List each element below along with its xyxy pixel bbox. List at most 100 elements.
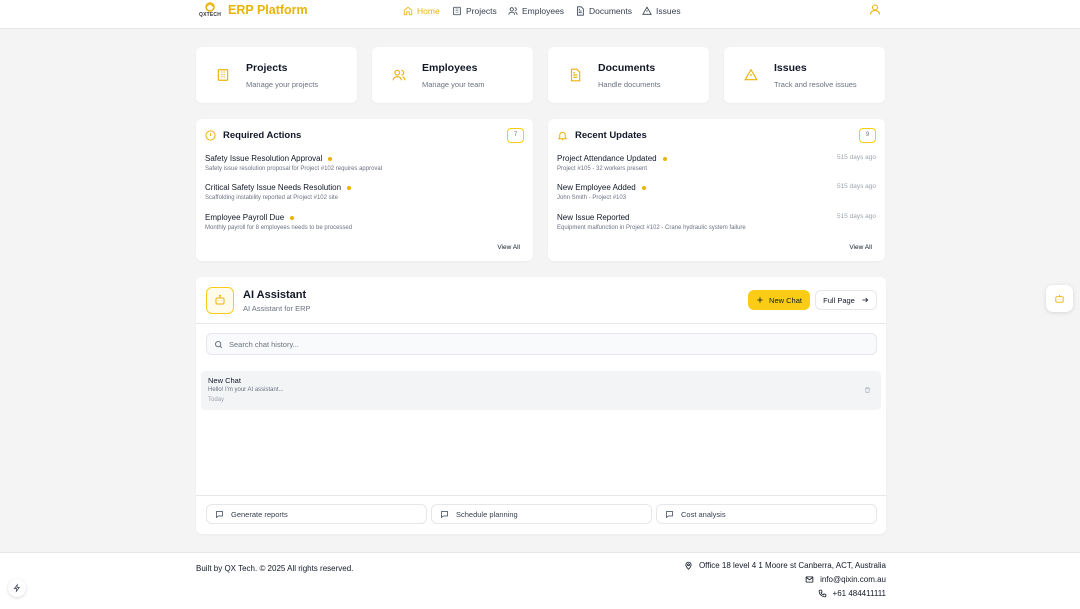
divider: [196, 323, 886, 324]
panel-title: Required Actions: [223, 130, 302, 141]
search-input[interactable]: [229, 337, 859, 351]
bot-icon: [1055, 294, 1064, 303]
quick-link-title: Projects: [246, 62, 288, 74]
nav-home[interactable]: Home: [403, 4, 440, 18]
quick-action-button[interactable]: [8, 579, 26, 597]
new-dot: [662, 156, 667, 161]
count-badge: 9: [859, 128, 876, 143]
update-time: 515 days ago: [836, 183, 876, 190]
address-text: Office 18 level 4 1 Moore st Canberra, A…: [698, 561, 886, 570]
quick-link-projects[interactable]: Projects Manage your projects: [196, 47, 357, 103]
user-icon[interactable]: [869, 3, 881, 16]
users-icon: [508, 7, 518, 15]
bell-icon: [557, 131, 568, 141]
quick-link-title: Issues: [774, 62, 807, 74]
update-time: 515 days ago: [836, 213, 876, 220]
quick-link-documents[interactable]: Documents Handle documents: [548, 47, 709, 103]
suggestion-cost-analysis[interactable]: Cost analysis: [656, 504, 877, 524]
document-icon: [577, 6, 584, 16]
update-item-title: New Employee Added: [557, 183, 636, 192]
map-pin-icon: [685, 561, 692, 570]
chat-search[interactable]: [206, 333, 877, 355]
warning-icon: [744, 68, 758, 81]
status-dot: [290, 215, 295, 220]
suggestion-label: Schedule planning: [456, 509, 518, 519]
quick-link-employees[interactable]: Employees Manage your team: [372, 47, 533, 103]
view-all-link[interactable]: View All: [849, 244, 872, 251]
chat-bubble-icon: [441, 510, 448, 518]
app-title[interactable]: ERP Platform: [228, 3, 308, 17]
recent-updates-panel: Recent Updates 9 Project Attendance Upda…: [548, 119, 885, 261]
users-icon: [392, 69, 406, 81]
action-item-subtitle: Scaffolding instability reported at Proj…: [205, 195, 338, 201]
quick-link-subtitle: Manage your projects: [246, 80, 319, 89]
bot-icon: [215, 294, 225, 305]
nav-documents-label: Documents: [589, 6, 632, 16]
quick-link-subtitle: Track and resolve issues: [774, 80, 857, 89]
panel-title: Recent Updates: [575, 130, 647, 141]
trash-icon[interactable]: [864, 386, 871, 394]
footer-address: Office 18 level 4 1 Moore st Canberra, A…: [684, 561, 886, 570]
update-item[interactable]: Project Attendance Updated Project #105 …: [557, 154, 667, 172]
view-all-link[interactable]: View All: [497, 244, 520, 251]
chat-bubble-icon: [666, 510, 673, 518]
nav-issues[interactable]: Issues: [642, 4, 681, 18]
lightning-icon: [13, 583, 21, 593]
action-item[interactable]: Safety Issue Resolution Approval Safety …: [205, 154, 382, 172]
new-dot: [641, 185, 646, 190]
suggestion-label: Generate reports: [231, 509, 288, 519]
quick-link-issues[interactable]: Issues Track and resolve issues: [724, 47, 885, 103]
nav-projects[interactable]: Projects: [452, 4, 497, 18]
quick-link-subtitle: Handle documents: [598, 80, 661, 89]
nav-projects-label: Projects: [466, 6, 497, 16]
phone-icon: [818, 589, 826, 598]
home-icon: [403, 6, 413, 16]
update-item[interactable]: New Employee Added John Smith - Project …: [557, 183, 646, 201]
action-item[interactable]: Critical Safety Issue Needs Resolution S…: [205, 183, 352, 201]
required-actions-panel: Required Actions 7 Safety Issue Resoluti…: [196, 119, 533, 261]
quick-link-title: Employees: [422, 62, 478, 74]
nav-employees-label: Employees: [522, 6, 565, 16]
email-text: info@qixin.com.au: [820, 575, 886, 584]
update-item[interactable]: New Issue Reported Equipment malfunction…: [557, 213, 746, 231]
action-item-subtitle: Monthly payroll for 8 employees needs to…: [205, 225, 353, 231]
nav-issues-label: Issues: [656, 6, 681, 16]
update-item-subtitle: Project #105 - 32 workers present: [557, 166, 648, 172]
full-page-button[interactable]: Full Page: [815, 290, 877, 310]
chat-date: Today: [208, 397, 225, 403]
warning-icon: [642, 6, 652, 15]
copyright-text: Built by QX Tech. © 2025 All rights rese…: [196, 564, 354, 573]
action-item-subtitle: Safety issue resolution proposal for Pro…: [205, 166, 383, 172]
nav-home-label: Home: [417, 6, 440, 16]
document-icon: [570, 68, 581, 82]
logo-text: QXTECH: [199, 12, 222, 18]
nav-employees[interactable]: Employees: [508, 4, 564, 18]
status-dot: [347, 185, 352, 190]
footer-phone[interactable]: +61 484411111: [818, 589, 886, 598]
action-item[interactable]: Employee Payroll Due Monthly payroll for…: [205, 213, 352, 231]
building-icon: [453, 6, 461, 16]
quick-link-title: Documents: [598, 62, 656, 74]
suggestion-schedule-planning[interactable]: Schedule planning: [431, 504, 652, 524]
building-icon: [217, 69, 229, 81]
chat-bubble-icon: [216, 510, 223, 518]
suggestion-generate-reports[interactable]: Generate reports: [206, 504, 427, 524]
footer: Built by QX Tech. © 2025 All rights rese…: [0, 552, 1080, 609]
update-item-title: Project Attendance Updated: [557, 154, 657, 163]
ai-logo: [206, 287, 234, 314]
full-page-label: Full Page: [823, 295, 855, 305]
count-badge: 7: [507, 128, 524, 143]
ai-title: AI Assistant: [243, 289, 307, 301]
new-chat-label: New Chat: [769, 295, 802, 305]
new-chat-button[interactable]: New Chat: [748, 290, 810, 310]
ai-assistant-panel: AI Assistant AI Assistant for ERP New Ch…: [196, 277, 886, 534]
update-time: 515 days ago: [836, 154, 876, 161]
footer-email[interactable]: info@qixin.com.au: [805, 575, 886, 584]
status-dot: [328, 156, 333, 161]
update-item-title: New Issue Reported: [557, 213, 630, 222]
chat-history-item[interactable]: New Chat Hello! I'm your AI assistant...…: [201, 371, 881, 410]
floating-ai-button[interactable]: [1046, 285, 1073, 312]
suggestion-label: Cost analysis: [681, 509, 726, 519]
update-item-subtitle: John Smith - Project #103: [557, 195, 627, 201]
nav-documents[interactable]: Documents: [575, 4, 632, 18]
